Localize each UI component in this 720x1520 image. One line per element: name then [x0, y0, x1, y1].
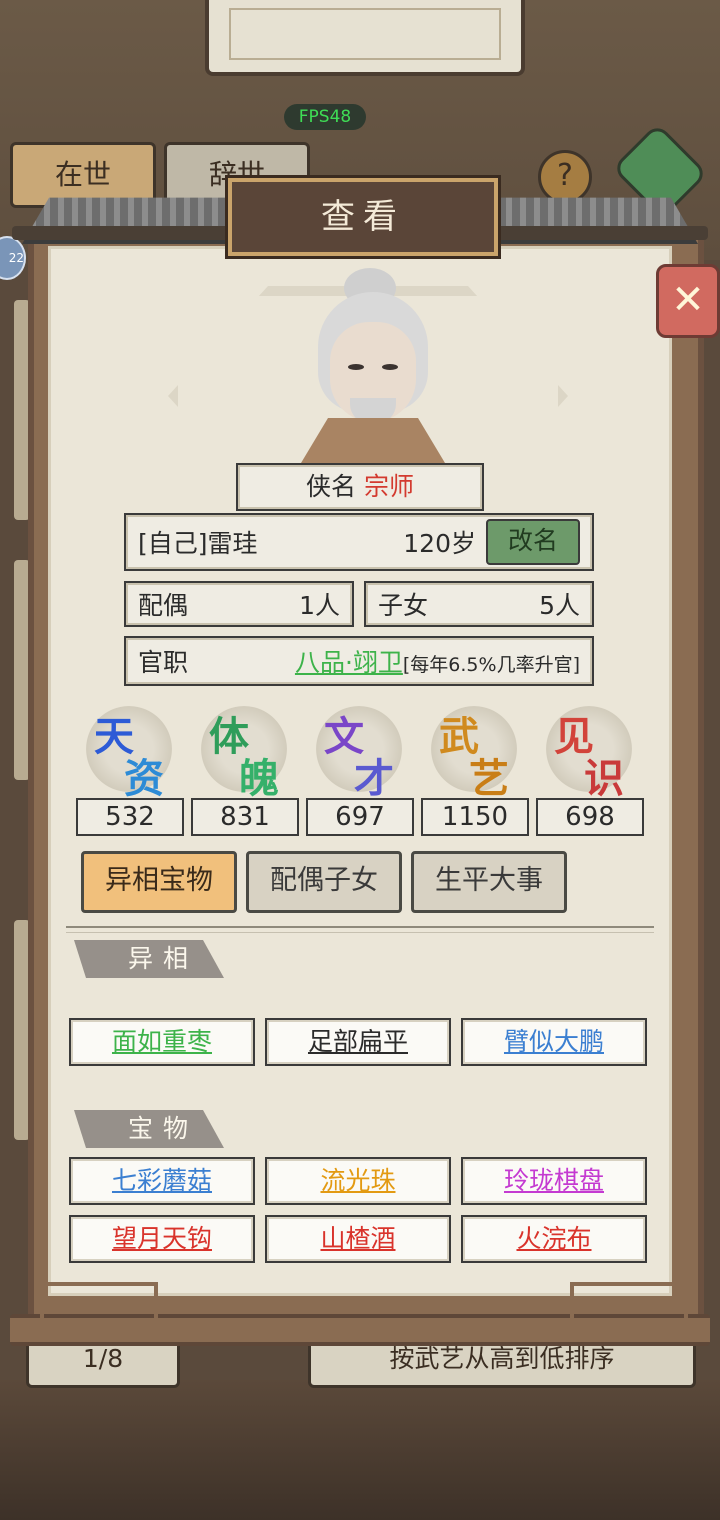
- tab-life-events[interactable]: 生平大事: [411, 851, 567, 913]
- tab-traits-treasures[interactable]: 异相宝物: [81, 851, 237, 913]
- treasure-chip[interactable]: 七彩蘑菇: [69, 1157, 255, 1205]
- close-button[interactable]: ✕: [656, 264, 720, 338]
- eye-left: [348, 364, 364, 370]
- attribute-value-talent: 532: [76, 798, 184, 836]
- rail-ornament-left: [40, 1282, 158, 1320]
- help-icon[interactable]: ?: [538, 150, 592, 204]
- children-label: 子女: [378, 591, 429, 620]
- attribute-talent: 天 资: [80, 700, 180, 802]
- attribute-value-insight: 698: [536, 798, 644, 836]
- treasure-chip[interactable]: 玲珑棋盘: [461, 1157, 647, 1205]
- attribute-char: 才: [354, 755, 394, 802]
- spouse-row: 配偶 1人: [124, 581, 354, 627]
- divider: [66, 926, 654, 933]
- attribute-char: 魄: [239, 755, 279, 802]
- office-label: 官职: [138, 648, 189, 677]
- office-row: 官职 八品·翊卫[每年6.5%几率升官]: [124, 636, 594, 686]
- page-title: 查看: [321, 197, 405, 237]
- children-row: 子女 5人: [364, 581, 594, 627]
- office-rank-link[interactable]: 八品·翊卫: [295, 648, 403, 677]
- attribute-physique: 体 魄: [195, 700, 295, 802]
- trait-chip[interactable]: 面如重枣: [69, 1018, 255, 1066]
- trait-chip[interactable]: 足部扁平: [265, 1018, 451, 1066]
- hero-title-label: 侠名: [306, 472, 357, 501]
- rail-ornament-right: [570, 1282, 688, 1320]
- tab-spouse-children[interactable]: 配偶子女: [246, 851, 402, 913]
- fps-counter: FPS48: [284, 104, 366, 130]
- treasure-chip[interactable]: 流光珠: [265, 1157, 451, 1205]
- attribute-value-physique: 831: [191, 798, 299, 836]
- rename-button[interactable]: 改名: [486, 519, 580, 565]
- robe: [298, 418, 448, 468]
- identity-row: [自己]雷珪 120岁 改名: [124, 513, 594, 571]
- spouse-label: 配偶: [138, 591, 189, 620]
- spouse-value: 1人: [299, 591, 340, 620]
- section-traits-title: 异相: [74, 940, 224, 978]
- treasure-chip[interactable]: 火浣布: [461, 1215, 647, 1263]
- hero-title-value: 宗师: [363, 472, 414, 501]
- attribute-char: 艺: [469, 755, 509, 802]
- attribute-insight: 见 识: [540, 700, 640, 802]
- background-painting: [205, 0, 525, 76]
- attribute-char: 资: [124, 755, 164, 802]
- trait-chip[interactable]: 臂似大鹏: [461, 1018, 647, 1066]
- character-age: 120岁: [403, 529, 476, 558]
- attribute-char: 识: [584, 755, 624, 802]
- attribute-value-literary: 697: [306, 798, 414, 836]
- section-treasures-title: 宝物: [74, 1110, 224, 1148]
- hero-title-box: 侠名 宗师: [236, 463, 484, 511]
- treasure-chip[interactable]: 山楂酒: [265, 1215, 451, 1263]
- background-footer: [0, 1380, 720, 1520]
- title-plate: 查看: [228, 178, 498, 256]
- character-name: [自己]雷珪: [138, 529, 258, 558]
- children-value: 5人: [539, 591, 580, 620]
- eye-right: [382, 364, 398, 370]
- close-icon: ✕: [671, 277, 705, 323]
- attribute-martial: 武 艺: [425, 700, 525, 802]
- attribute-literary: 文 才: [310, 700, 410, 802]
- treasure-chip[interactable]: 望月天钩: [69, 1215, 255, 1263]
- attribute-value-martial: 1150: [421, 798, 529, 836]
- office-promotion-note: [每年6.5%几率升官]: [402, 654, 580, 676]
- character-portrait: [298, 268, 448, 468]
